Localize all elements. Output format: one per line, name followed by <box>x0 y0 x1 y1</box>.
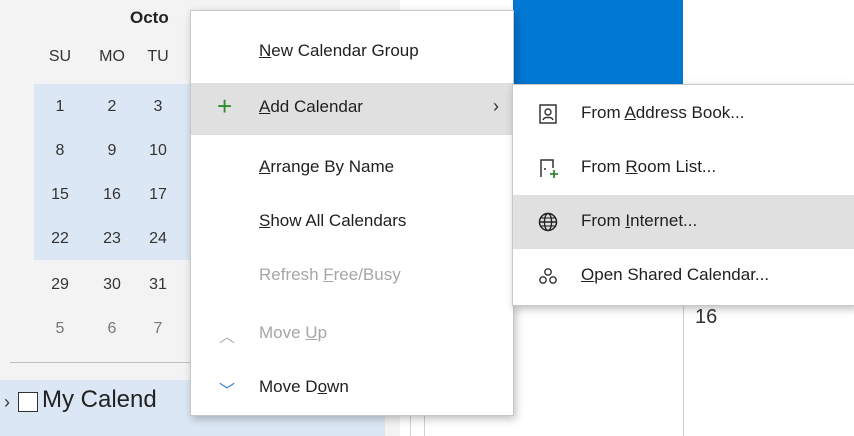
chevron-right-icon[interactable]: › <box>4 392 10 413</box>
calendar-day[interactable]: 7 <box>138 320 178 338</box>
calendar-day[interactable]: 16 <box>92 186 132 204</box>
address-book-icon <box>539 104 557 124</box>
menu-item-new-calendar-group[interactable]: New Calendar Group <box>191 27 513 79</box>
calendar-day[interactable]: 1 <box>40 98 80 116</box>
weekday-header: MO <box>99 48 125 65</box>
weekday-header: TU <box>147 48 169 65</box>
calendar-context-menu: New Calendar Group + Add Calendar › Arra… <box>190 10 514 416</box>
calendar-day[interactable]: 22 <box>40 230 80 248</box>
chevron-up-icon: ︿ <box>219 329 236 346</box>
plus-icon: + <box>217 91 233 121</box>
calendar-day[interactable]: 6 <box>92 320 132 338</box>
my-calendars-checkbox[interactable] <box>18 392 38 412</box>
my-calendars-label: My Calend <box>42 386 157 413</box>
chevron-down-icon: ﹀ <box>219 383 236 400</box>
menu-item-arrange-by-name[interactable]: Arrange By Name <box>191 143 513 195</box>
submenu-item-open-shared-calendar[interactable]: Open Shared Calendar... <box>513 249 854 303</box>
calendar-day[interactable]: 23 <box>92 230 132 248</box>
calendar-day[interactable]: 24 <box>138 230 178 248</box>
menu-item-show-all-calendars[interactable]: Show All Calendars <box>191 197 513 249</box>
calendar-day[interactable]: 30 <box>92 276 132 294</box>
calendar-day[interactable]: 8 <box>40 142 80 160</box>
menu-item-refresh-free-busy: Refresh Free/Busy <box>259 265 401 284</box>
calendar-day[interactable]: 10 <box>138 142 178 160</box>
weekday-header: SU <box>48 48 72 65</box>
grid-line <box>683 300 684 436</box>
globe-icon <box>538 212 558 232</box>
menu-item-move-down[interactable]: ﹀ Move Down <box>191 363 513 415</box>
calendar-day[interactable]: 3 <box>138 98 178 116</box>
calendar-day-number[interactable]: 16 <box>695 306 717 329</box>
submenu-item-from-address-book[interactable]: From Address Book... <box>513 87 854 141</box>
calendar-day[interactable]: 9 <box>92 142 132 160</box>
room-list-icon <box>540 159 558 178</box>
calendar-day[interactable]: 5 <box>40 320 80 338</box>
calendar-day[interactable]: 17 <box>138 186 178 204</box>
shared-calendar-icon <box>539 268 557 284</box>
submenu-item-from-internet[interactable]: From Internet... <box>513 195 854 249</box>
chevron-right-icon: › <box>493 96 499 116</box>
calendar-day[interactable]: 31 <box>138 276 178 294</box>
menu-item-add-calendar[interactable]: + Add Calendar › <box>191 83 513 135</box>
submenu-item-from-room-list[interactable]: From Room List... <box>513 141 854 195</box>
menu-item-move-up: ︿ Move Up <box>219 323 328 346</box>
month-title: Octo <box>130 8 169 27</box>
add-calendar-submenu: From Address Book... From Room List... F… <box>512 84 854 306</box>
selected-day-header <box>513 0 683 86</box>
calendar-day[interactable]: 29 <box>40 276 80 294</box>
calendar-day[interactable]: 15 <box>40 186 80 204</box>
calendar-day[interactable]: 2 <box>92 98 132 116</box>
